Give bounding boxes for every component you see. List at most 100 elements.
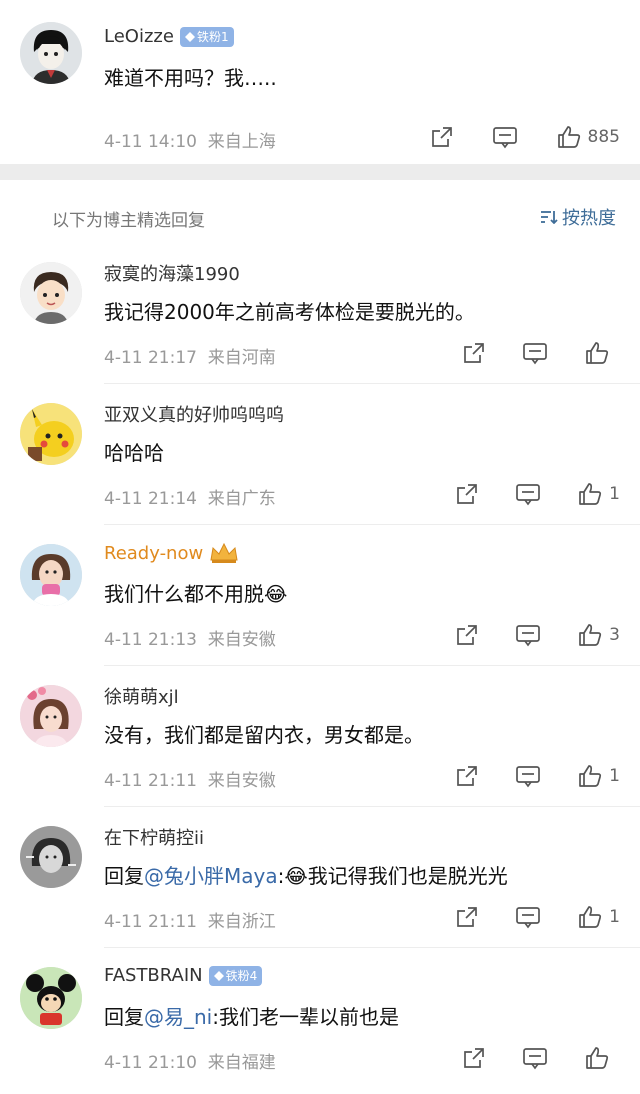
username-text[interactable]: 徐萌萌xjl [104,683,179,709]
mention-link[interactable]: @兔小胖Maya [144,864,278,888]
mention-link[interactable]: @易_ni [144,1005,212,1029]
comment-icon [523,1048,547,1070]
share-button[interactable] [455,764,479,788]
section-separator [0,164,640,180]
comment-meta: 4-11 21:11 来自安徽 [104,766,276,791]
comment-time: 4-11 21:11 [104,771,197,791]
divider [104,383,640,384]
share-icon [431,127,452,147]
avatar[interactable] [20,967,82,1029]
share-icon [457,766,478,786]
divider [104,665,640,666]
reply-button[interactable] [515,764,541,788]
sort-icon [541,211,558,224]
share-button[interactable] [462,1046,486,1070]
comment-actions: 3 [455,622,620,648]
username[interactable]: 亚双义真的好帅呜呜呜 [104,401,284,427]
comment-location: 来自安徽 [207,630,276,650]
comment-time: 4-11 21:14 [104,489,197,509]
like-button[interactable] [584,340,616,366]
list-item: FASTBRAIN 铁粉4 回复@易_ni:我们老一辈以前也是 4-11 21:… [0,957,640,1094]
avatar[interactable] [20,262,82,324]
comment-meta: 4-11 21:13 来自安徽 [104,625,276,650]
thumbs-up-icon [586,342,609,364]
reply-button[interactable] [515,482,541,506]
comment-location: 来自安徽 [207,771,276,791]
comment-time: 4-11 14:10 [104,132,197,152]
sort-label[interactable]: 按热度 [562,204,616,230]
comment-location: 来自广东 [207,489,276,509]
diamond-icon [213,970,224,981]
comment-icon [516,625,541,647]
selected-replies-header: 以下为博主精选回复 按热度 [0,180,640,252]
comment-text: 我记得2000年之前高考体检是要脱光的。 [104,300,475,324]
share-button[interactable] [455,482,479,506]
share-icon [457,484,478,504]
username-text[interactable]: 在下柠萌控ii [104,824,204,850]
avatar[interactable] [20,22,82,84]
like-count: 3 [609,625,620,645]
username[interactable]: 徐萌萌xjl [104,683,179,709]
username[interactable]: LeOizze 铁粉1 [104,26,234,47]
comment-location: 来自河南 [207,348,276,368]
divider [104,947,640,948]
comment-time: 4-11 21:11 [104,912,197,932]
share-icon [464,343,484,363]
reply-button[interactable] [522,1046,548,1070]
username[interactable]: Ready-now [104,542,239,564]
list-item: 徐萌萌xjl 没有，我们都是留内衣，男女都是。 4-11 21:11 来自安徽 … [0,675,640,815]
top-comment: LeOizze 铁粉1 难道不用吗？我….. 4-11 14:10 来自上海 8… [0,0,640,164]
share-icon [464,1048,484,1068]
comment-location: 来自福建 [207,1053,276,1073]
share-icon [457,907,478,927]
share-button[interactable] [462,341,486,365]
avatar[interactable] [20,826,82,888]
share-button[interactable] [455,623,479,647]
comment-text: 回复@兔小胖Maya:😂我记得我们也是脱光光 [104,860,508,889]
like-button[interactable]: 1 [577,481,620,507]
reply-text: :😂我记得我们也是脱光光 [277,864,508,888]
comment-text: 回复@易_ni:我们老一辈以前也是 [104,1001,399,1030]
username[interactable]: 寂寞的海藻1990 [104,260,240,286]
comment-time: 4-11 21:13 [104,630,197,650]
username[interactable]: 在下柠萌控ii [104,824,204,850]
reply-button[interactable] [515,905,541,929]
comment-meta: 4-11 21:14 来自广东 [104,484,276,509]
like-button[interactable]: 1 [577,904,620,930]
comment-meta: 4-11 21:11 来自浙江 [104,907,276,932]
share-button[interactable] [430,125,454,149]
divider [104,524,640,525]
like-button[interactable]: 885 [556,124,620,150]
username-text[interactable]: 寂寞的海藻1990 [104,260,240,286]
comment-time: 4-11 21:10 [104,1053,197,1073]
comment-meta: 4-11 14:10 来自上海 [104,127,276,152]
badge-label: 铁粉4 [225,969,258,983]
like-button[interactable] [584,1045,616,1071]
avatar[interactable] [20,685,82,747]
avatar[interactable] [20,403,82,465]
username-text[interactable]: Ready-now [104,543,203,564]
username-text[interactable]: 亚双义真的好帅呜呜呜 [104,401,284,427]
comment-actions [462,340,616,366]
like-count: 1 [609,484,620,504]
comment-text: 难道不用吗？我….. [104,66,277,90]
username-text[interactable]: LeOizze [104,26,174,47]
like-button[interactable]: 1 [577,763,620,789]
like-button[interactable]: 3 [577,622,620,648]
comment-icon [516,766,541,788]
comment-icon [516,484,541,506]
avatar[interactable] [20,544,82,606]
reply-button[interactable] [522,341,548,365]
username-text[interactable]: FASTBRAIN [104,965,203,986]
badge-label: 铁粉1 [196,30,229,44]
reply-button[interactable] [492,125,518,149]
reply-button[interactable] [515,623,541,647]
comment-location: 来自上海 [207,132,276,152]
sort-by-hot-button[interactable]: 按热度 [540,204,616,230]
username[interactable]: FASTBRAIN 铁粉4 [104,965,263,986]
comment-actions: 885 [430,124,620,150]
section-title: 以下为博主精选回复 [52,211,205,231]
divider [104,806,640,807]
comment-icon [492,127,517,149]
share-button[interactable] [455,905,479,929]
